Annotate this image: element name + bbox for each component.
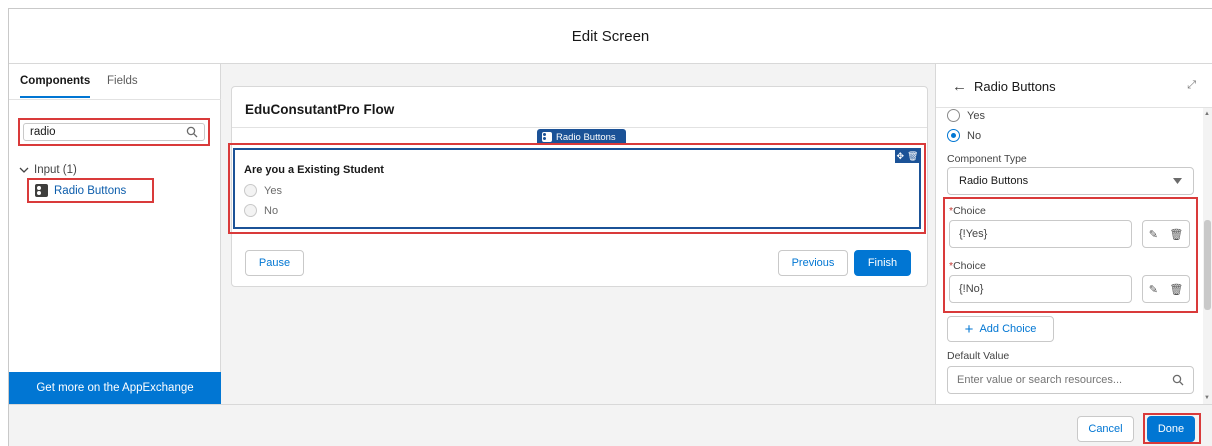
radio-buttons-component[interactable]: ✥ 🗑 Are you a Existing Student Yes No [233,148,921,229]
divider [232,127,927,128]
choices-highlight: *Choice {!Yes} ✎ 🗑 *Choice {!No} ✎ 🗑 [943,197,1198,313]
panel-tabs: Components Fields [9,64,221,100]
pause-button[interactable]: Pause [245,250,304,276]
add-choice-button[interactable]: + Add Choice [947,316,1054,342]
tree-group-input[interactable]: Input (1) [19,164,77,176]
default-value-label: Default Value [947,350,1010,362]
delete-icon[interactable]: 🗑 [1169,228,1183,241]
search-value: radio [30,126,56,138]
properties-header: ← Radio Buttons ⤢ [936,64,1212,108]
delete-icon[interactable]: 🗑 [907,151,918,162]
preview-option-yes[interactable]: Yes [947,109,985,122]
radio-buttons-icon [35,184,48,197]
chevron-down-icon [19,167,29,173]
choice-input-2[interactable]: {!No} [949,275,1132,303]
modal-footer: Cancel Done [9,404,1212,446]
flow-title: EduConsutantPro Flow [245,102,395,117]
default-value-placeholder: Enter value or search resources... [957,374,1123,386]
cancel-button[interactable]: Cancel [1077,416,1134,442]
finish-button[interactable]: Finish [854,250,911,276]
plus-icon: + [964,320,974,338]
back-arrow-icon[interactable]: ← [952,78,967,95]
choice-actions-2: ✎ 🗑 [1142,275,1190,303]
edit-icon[interactable]: ✎ [1149,228,1158,241]
appexchange-label: Get more on the AppExchange [36,382,194,394]
properties-panel: ← Radio Buttons ⤢ Yes No Component Type … [935,64,1212,404]
screen-canvas: EduConsutantPro Flow Radio Buttons ✥ 🗑 A… [228,86,928,287]
properties-title: Radio Buttons [974,79,1056,94]
component-search-input[interactable]: radio [23,123,205,141]
component-controls[interactable]: ✥ 🗑 [895,149,920,163]
search-icon [186,126,198,138]
modal-title: Edit Screen [571,27,650,45]
default-value-input[interactable]: Enter value or search resources... [947,366,1194,394]
previous-button[interactable]: Previous [778,250,848,276]
scroll-down-icon[interactable]: ▼ [1204,395,1210,401]
option-label: Yes [967,109,985,122]
properties-scrollbar[interactable]: ▲ ▼ [1203,108,1212,404]
choice-label-2: *Choice [949,260,986,272]
component-type-select[interactable]: Radio Buttons [947,167,1194,195]
radio-option-no[interactable]: No [244,204,278,217]
radio-circle [947,109,960,122]
search-icon [1172,374,1184,386]
appexchange-link[interactable]: Get more on the AppExchange [9,372,221,404]
component-type-value: Radio Buttons [959,175,1029,187]
preview-option-no[interactable]: No [947,129,981,142]
delete-icon[interactable]: 🗑 [1169,283,1183,296]
option-label: No [967,129,982,142]
scroll-thumb[interactable] [1204,220,1211,310]
expand-icon[interactable]: ⤢ [1187,79,1196,92]
option-label: Yes [264,184,282,197]
components-panel: Components Fields radio Input (1) Radio … [9,64,221,404]
tab-components[interactable]: Components [20,75,91,98]
choice-label-1: *Choice [949,205,986,217]
option-label: No [264,204,279,217]
choice-input-1[interactable]: {!Yes} [949,220,1132,248]
done-highlight [1143,413,1201,444]
edit-icon[interactable]: ✎ [1149,283,1158,296]
scroll-up-icon[interactable]: ▲ [1204,111,1210,117]
tree-group-label: Input (1) [34,164,77,176]
move-icon[interactable]: ✥ [897,151,905,162]
tree-item-radio-buttons[interactable]: Radio Buttons [27,178,154,203]
tab-fields[interactable]: Fields [107,75,138,87]
radio-circle [244,184,257,197]
tree-item-label: Radio Buttons [54,184,127,197]
radio-buttons-icon [542,132,552,142]
radio-circle [244,204,257,217]
search-highlight: radio [18,118,210,146]
question-label: Are you a Existing Student [244,164,384,176]
selected-component-highlight: ✥ 🗑 Are you a Existing Student Yes No [228,143,926,234]
add-choice-label: Add Choice [979,323,1037,335]
choice-actions-1: ✎ 🗑 [1142,220,1190,248]
modal-header: Edit Screen [9,9,1212,64]
caret-down-icon [1173,178,1182,184]
component-type-label: Component Type [947,153,1027,165]
radio-option-yes[interactable]: Yes [244,184,282,197]
component-chip-label: Radio Buttons [556,131,616,143]
radio-circle-selected [947,129,960,142]
